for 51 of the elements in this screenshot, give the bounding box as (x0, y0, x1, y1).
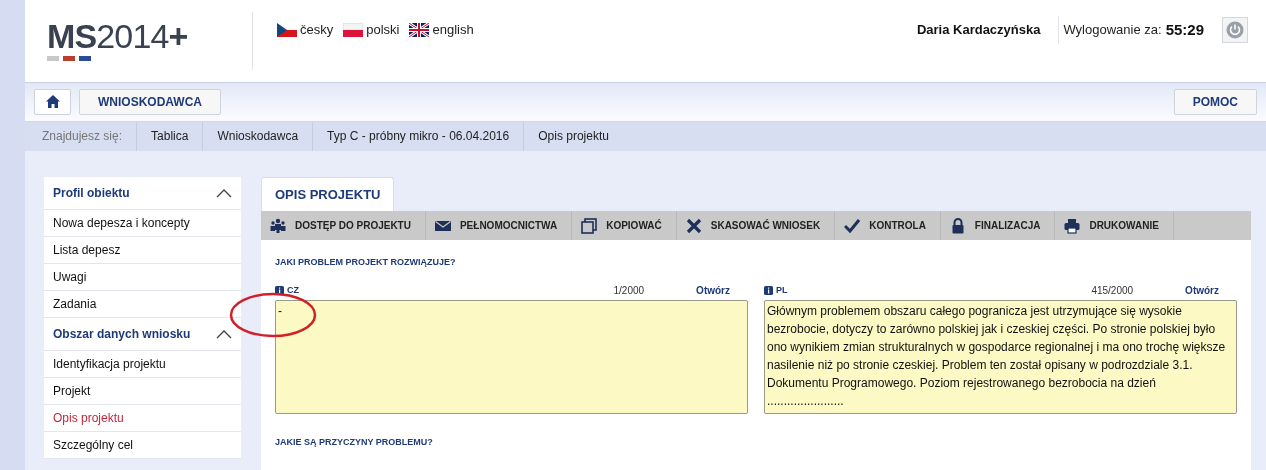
copy-icon (581, 217, 598, 234)
breadcrumb-link[interactable]: Tablica (137, 121, 204, 151)
sidebar-item[interactable]: Uwagi (44, 264, 241, 291)
text-area[interactable]: Głównym problemem obszaru całego pogranicza jest utrzymujące się wysokie bezrobocie, dotyczy to zarówno polskiej jak i czeskiej części. Po stronie polskiej było ono wynikiem zmian strukturalnych w gospodarce regionalnej i ma ono trochę większe nasilenie niż po stronie czeskiej. Problem ten został opisany w podrozdziale 3.1. Dokumentu Programowego. Poziom rejestrowanego bezrobocia na dzień ....................... (764, 299, 1237, 414)
info-icon (764, 286, 773, 295)
character-count: 415/2000 (1091, 284, 1134, 298)
logout-label: Wylogowanie za: (1063, 21, 1162, 39)
user-name: Daria Kardaczyńska (916, 21, 1041, 39)
nav-button[interactable]: WNIOSKODAWCA (79, 88, 221, 115)
question-title: JAKIE SĄ PRZYCZYNY PROBLEMU? (275, 435, 434, 449)
flag-icon (409, 22, 430, 37)
language-link[interactable]: polski (343, 20, 400, 40)
sidebar-item[interactable]: Opis projektu (44, 405, 241, 432)
logout-timer: 55:29 (1165, 19, 1204, 40)
breadcrumb-current: Opis projektu (537, 128, 610, 146)
character-count: 1/2000 (613, 284, 645, 298)
power-button[interactable] (1222, 16, 1248, 43)
printer-icon (1064, 217, 1081, 234)
sidebar-item[interactable]: Nowa depesza i koncepty (44, 210, 241, 237)
open-link[interactable]: Otwórz (1185, 283, 1219, 298)
logo-text: MS2014+ (47, 19, 189, 54)
sidebar-item[interactable]: Projekt (44, 378, 241, 405)
home-button[interactable] (34, 88, 71, 115)
breadcrumb-link[interactable]: Typ C - próbny mikro - 06.04.2016 (313, 121, 525, 151)
flag-icon (277, 22, 297, 37)
language-label: PL (776, 283, 788, 297)
language-link[interactable]: česky (277, 20, 334, 40)
chevron-up-icon (216, 188, 232, 198)
sidebar-item[interactable]: Lista depesz (44, 237, 241, 264)
home-icon (45, 95, 60, 109)
language-link[interactable]: english (409, 20, 474, 40)
breadcrumb-link[interactable]: Wnioskodawca (203, 121, 314, 151)
flag-icon (343, 22, 364, 37)
sidebar-section-header[interactable]: Obszar danych wniosku (44, 318, 241, 351)
sidebar-item[interactable]: Szczególny cel (44, 432, 241, 459)
people-icon (270, 217, 286, 234)
breadcrumb-label: Znajdujesz się: (25, 121, 138, 151)
text-area[interactable]: - (275, 299, 748, 414)
chevron-up-icon (216, 329, 232, 339)
power-icon (1226, 20, 1244, 39)
tab[interactable]: OPIS PROJEKTU (261, 177, 395, 211)
checkmark-icon (844, 217, 861, 234)
cross-icon (685, 217, 702, 234)
language-label: CZ (287, 283, 299, 297)
open-link[interactable]: Otwórz (696, 283, 730, 298)
sidebar-item[interactable]: Zadania (44, 291, 241, 318)
sidebar-item[interactable]: Identyfikacja projektu (44, 351, 241, 378)
question-title: JAKI PROBLEM PROJEKT ROZWIĄZUJE? (275, 256, 457, 269)
sidebar-section-header[interactable]: Profil obiektu (44, 177, 241, 210)
help-button[interactable]: POMOC (1173, 88, 1257, 115)
info-icon (275, 286, 284, 295)
